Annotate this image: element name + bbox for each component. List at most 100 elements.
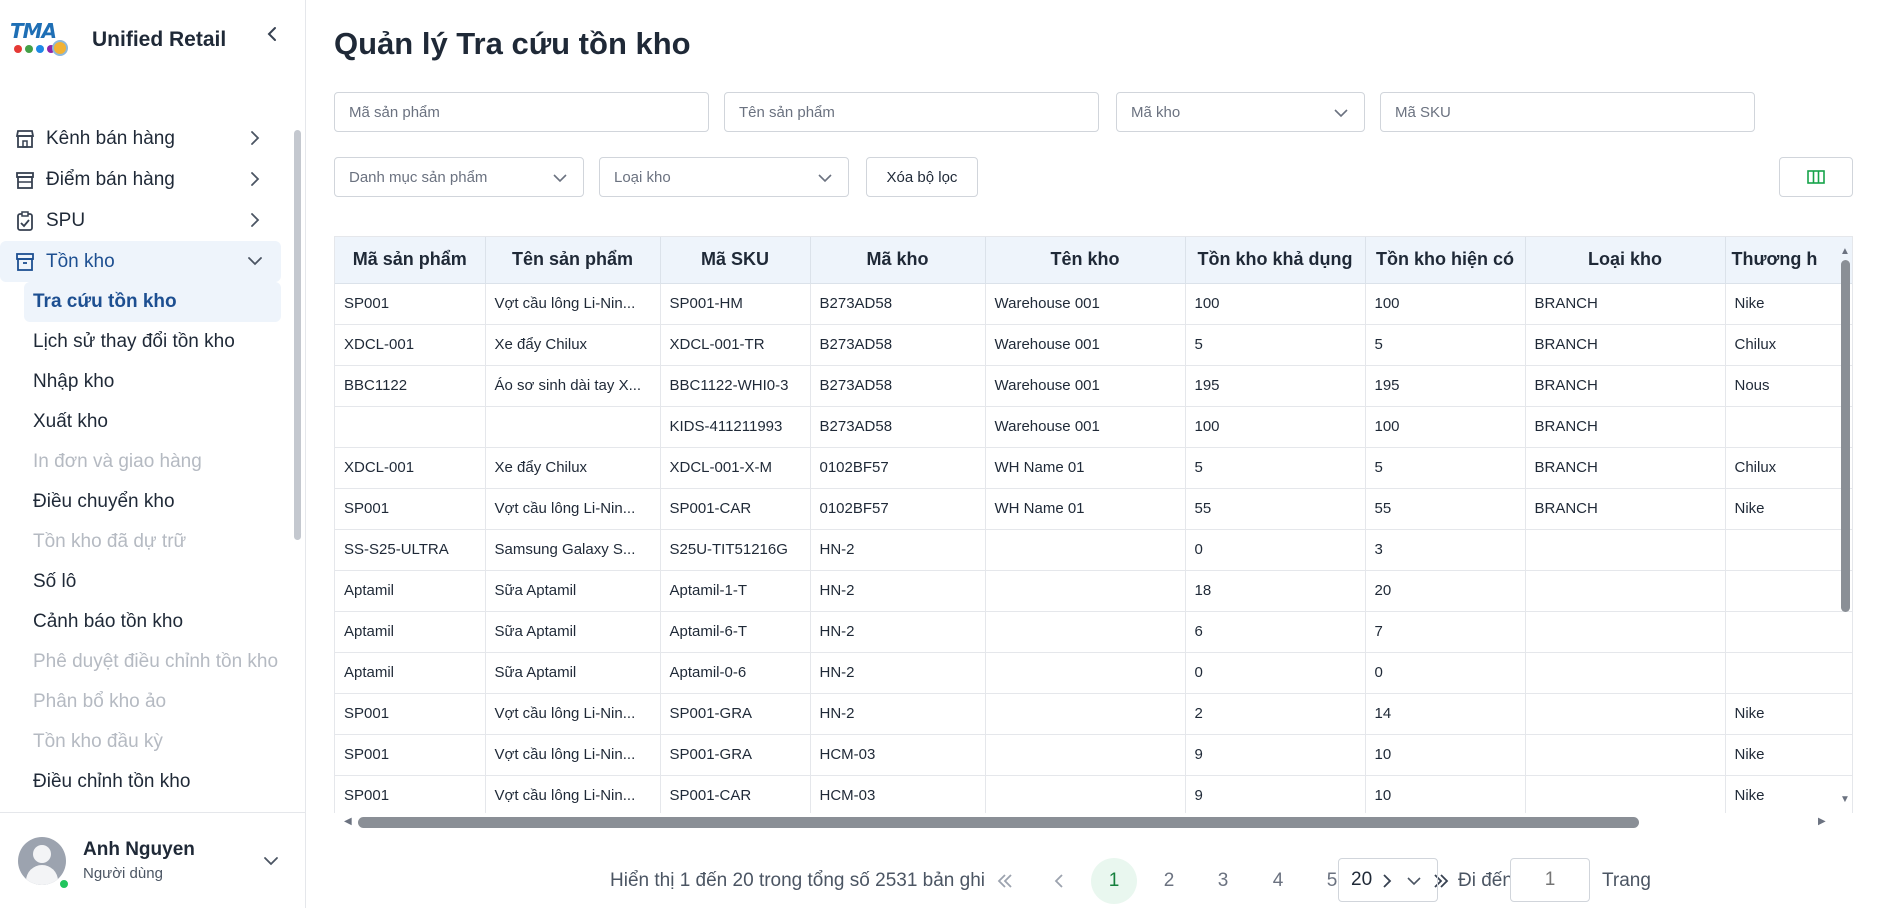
table-cell: 10 (1365, 734, 1526, 776)
table-row[interactable]: Aptamil Sữa Aptamil Aptamil-0-6 HN-2 0 0 (335, 652, 1852, 694)
page-size-select[interactable]: 20 (1338, 858, 1438, 902)
table-cell: 195 (1365, 365, 1526, 407)
table-cell: Aptamil (335, 611, 486, 653)
tma-logo: TMA (10, 15, 76, 65)
first-page-button[interactable] (982, 858, 1028, 904)
page-size-value: 20 (1351, 869, 1373, 890)
column-header-warehouse-type[interactable]: Loại kho (1525, 237, 1726, 284)
sidebar-subitem-xuat-kho[interactable]: Xuất kho (0, 402, 281, 442)
column-header-product-code[interactable]: Mã sản phẩm (335, 237, 486, 284)
sidebar-item-spu[interactable]: SPU (0, 200, 305, 241)
table-cell: Warehouse 001 (985, 406, 1186, 448)
page-button-3[interactable]: 3 (1200, 858, 1246, 904)
table-cell: 7 (1365, 611, 1526, 653)
column-header-brand[interactable]: Thương h (1725, 237, 1852, 284)
table-cell: HN-2 (810, 529, 986, 571)
column-header-sku[interactable]: Mã SKU (660, 237, 811, 284)
column-header-available-stock[interactable]: Tồn kho khả dụng (1185, 237, 1366, 284)
sidebar-subitem-dieu-chuyen-kho[interactable]: Điều chuyển kho (0, 482, 281, 522)
sidebar-subitem-nhap-kho[interactable]: Nhập kho (0, 362, 281, 402)
sidebar-item-label: Kênh bán hàng (46, 127, 175, 149)
table-cell: HN-2 (810, 570, 986, 612)
page-button-1[interactable]: 1 (1091, 858, 1137, 904)
table-row[interactable]: SP001 Vợt cầu lông Li-Nin... SP001-HM B273A… (335, 283, 1852, 325)
category-select[interactable]: Danh mục sản phẩm (334, 157, 584, 197)
chevron-right-icon (251, 131, 260, 145)
column-header-product-name[interactable]: Tên sản phẩm (485, 237, 661, 284)
sidebar-item-diem-ban-hang[interactable]: Điểm bán hàng (0, 159, 305, 200)
table-cell: 0 (1365, 652, 1526, 694)
warehouse-code-placeholder: Mã kho (1131, 103, 1181, 121)
clipboard-check-icon (14, 210, 36, 232)
table-row[interactable]: SP001 Vợt cầu lông Li-Nin... SP001-GRA HN-2… (335, 693, 1852, 735)
table-cell: HN-2 (810, 693, 986, 735)
scroll-down-icon[interactable]: ▼ (1840, 794, 1850, 805)
double-chevron-left-icon (997, 874, 1012, 888)
brand-name: Unified Retail (92, 28, 227, 51)
warehouse-code-select[interactable]: Mã kho (1116, 92, 1365, 132)
product-code-field[interactable] (334, 92, 709, 132)
clear-filters-button[interactable]: Xóa bộ lọc (866, 157, 978, 197)
table-row[interactable]: XDCL-001 Xe đẩy Chilux XDCL-001-X-M 0102BF5… (335, 447, 1852, 489)
sidebar-item-label: Tồn kho (46, 250, 115, 272)
column-header-warehouse-code[interactable]: Mã kho (810, 237, 986, 284)
table-row[interactable]: SS-S25-ULTRA Samsung Galaxy S... S25U-TIT5… (335, 529, 1852, 571)
product-name-field[interactable] (724, 92, 1099, 132)
page-button-4[interactable]: 4 (1255, 858, 1301, 904)
chevron-down-icon[interactable] (261, 851, 281, 871)
table-horizontal-scrollbar[interactable] (358, 817, 1639, 828)
table-cell: BBC1122 (335, 365, 486, 407)
sidebar: TMA Unified Retail Kênh bán hàng Điểm bá… (0, 0, 306, 908)
product-name-input[interactable] (739, 103, 1098, 121)
table-cell: 100 (1365, 283, 1526, 325)
table-row[interactable]: SP001 Vợt cầu lông Li-Nin... SP001-GRA HCM-… (335, 734, 1852, 776)
avatar-body (26, 864, 58, 885)
sku-field[interactable] (1380, 92, 1755, 132)
sidebar-item-ton-kho[interactable]: Tồn kho (0, 241, 281, 282)
scroll-left-icon[interactable]: ◀ (344, 816, 352, 827)
shop-icon (14, 169, 36, 191)
table-row[interactable]: Aptamil Sữa Aptamil Aptamil-6-T HN-2 6 7 (335, 611, 1852, 653)
warehouse-type-select[interactable]: Loại kho (599, 157, 849, 197)
table-cell: 55 (1365, 488, 1526, 530)
table-cell: SP001 (335, 488, 486, 530)
column-settings-button[interactable] (1779, 157, 1853, 197)
user-panel[interactable]: Anh Nguyen Người dùng (0, 812, 305, 908)
sidebar-item-kenh-ban-hang[interactable]: Kênh bán hàng (0, 118, 305, 159)
table-cell: Aptamil (335, 570, 486, 612)
sidebar-subitem-lich-su-thay-doi-ton-kho[interactable]: Lịch sử thay đổi tồn kho (0, 322, 281, 362)
table-row[interactable]: SP001 Vợt cầu lông Li-Nin... SP001-CAR 0102… (335, 488, 1852, 530)
table-row[interactable]: KIDS-411211993 B273AD58 Warehouse 001 100 10… (335, 406, 1852, 448)
table-cell: 100 (1185, 406, 1366, 448)
table-row[interactable]: SP001 Vợt cầu lông Li-Nin... SP001-CAR HCM-… (335, 775, 1852, 813)
sidebar-subitem-canh-bao-ton-kho[interactable]: Cảnh báo tồn kho (0, 602, 281, 642)
scroll-right-icon[interactable]: ▶ (1818, 816, 1826, 827)
pagination-info: Hiển thị 1 đến 20 trong tổng số 2531 bản… (610, 870, 986, 891)
product-code-input[interactable] (349, 103, 708, 121)
column-header-on-hand-stock[interactable]: Tồn kho hiện có (1365, 237, 1526, 284)
table-vertical-scrollbar[interactable] (1841, 260, 1850, 612)
sku-input[interactable] (1395, 103, 1754, 121)
column-header-warehouse-name[interactable]: Tên kho (985, 237, 1186, 284)
sidebar-item-label: Điểm bán hàng (46, 168, 175, 190)
sidebar-subitem-dieu-chinh-ton-kho[interactable]: Điều chỉnh tồn kho (0, 762, 281, 802)
table-row[interactable]: Aptamil Sữa Aptamil Aptamil-1-T HN-2 18 20 (335, 570, 1852, 612)
scroll-up-icon[interactable]: ▲ (1840, 246, 1850, 257)
chevron-right-icon (251, 213, 260, 227)
sidebar-scrollbar[interactable] (294, 130, 301, 540)
chevron-down-icon (1407, 877, 1421, 886)
page-button-2[interactable]: 2 (1146, 858, 1192, 904)
goto-page-input[interactable] (1510, 858, 1590, 902)
brand-header: TMA Unified Retail (0, 0, 305, 80)
table-cell: 14 (1365, 693, 1526, 735)
collapse-sidebar-button[interactable] (263, 24, 283, 44)
sidebar-subitem-so-lo[interactable]: Số lô (0, 562, 281, 602)
table-cell: B273AD58 (810, 283, 986, 325)
table-row[interactable]: XDCL-001 Xe đẩy Chilux XDCL-001-TR B273AD58… (335, 324, 1852, 366)
table-cell: SP001-GRA (660, 734, 811, 776)
table-cell (985, 611, 1186, 653)
prev-page-button[interactable] (1036, 858, 1082, 904)
table-row[interactable]: BBC1122 Áo sơ sinh dài tay X... BBC1122-WH… (335, 365, 1852, 407)
sidebar-subitem-tra-cuu-ton-kho[interactable]: Tra cứu tồn kho (24, 282, 281, 322)
user-name: Anh Nguyen (83, 839, 195, 860)
